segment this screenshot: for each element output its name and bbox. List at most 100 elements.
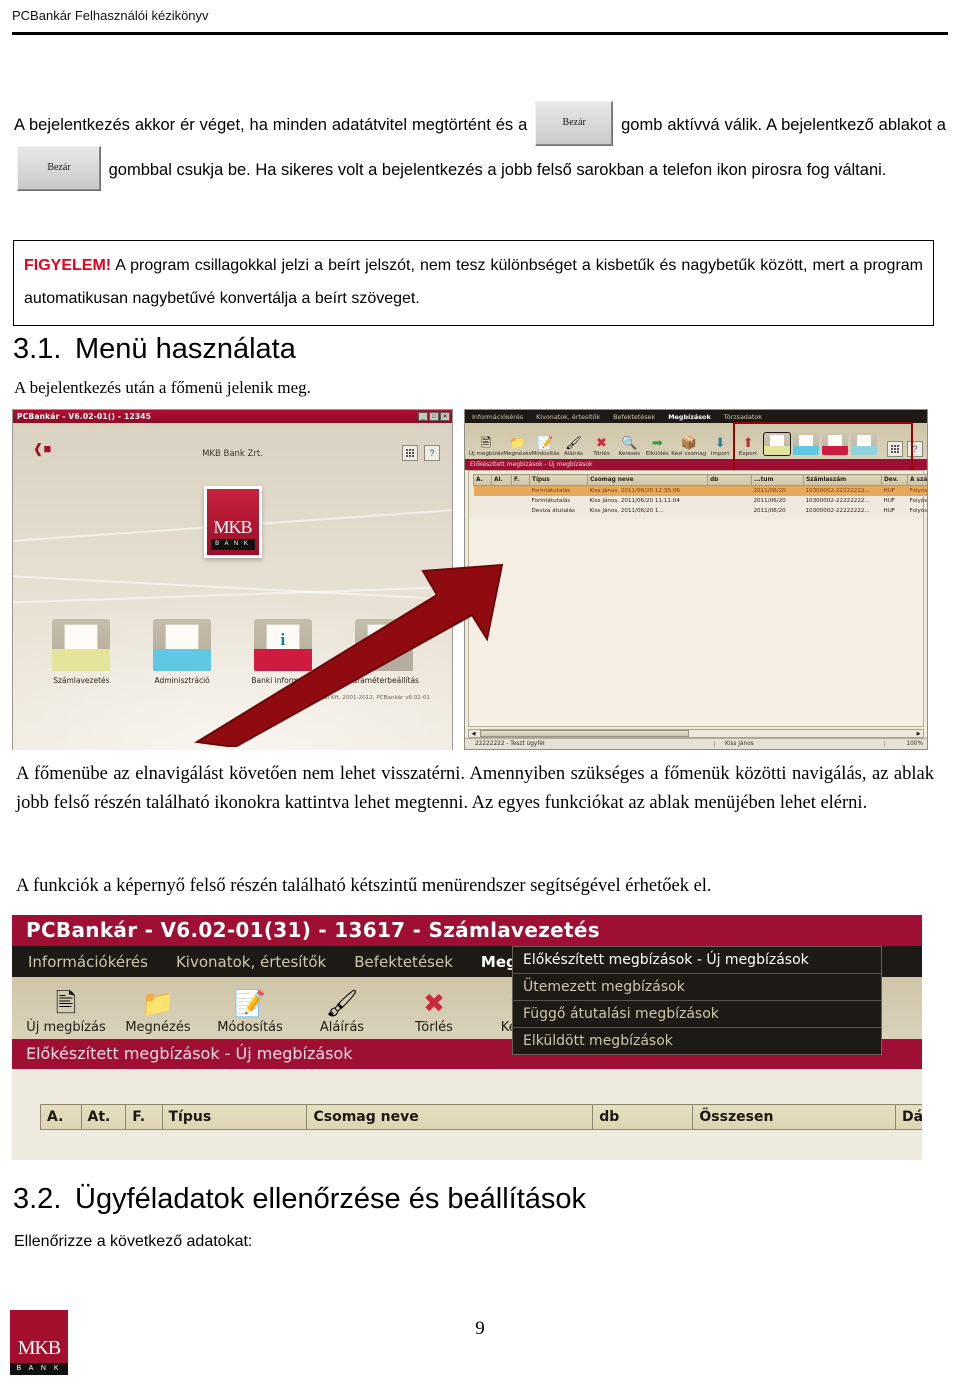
scroll-right-arrow[interactable]: ▶ (914, 731, 923, 737)
toolbar-torles[interactable]: ✖ Törlés (388, 986, 480, 1035)
col-al[interactable]: Al. (491, 474, 512, 486)
menu-item-elokeszitett[interactable]: Előkészített megbízások - Új megbízások (513, 947, 881, 974)
main-window-body: ❰■ MKB Bank Zrt. ? MKB B A N K Számlavez… (13, 423, 452, 750)
bezar-button-2[interactable]: Bezár (17, 146, 101, 191)
cell-dev: HUF (883, 498, 896, 504)
cell-szamlatip: Folyószámla (907, 485, 927, 496)
module-szamlavezetes[interactable]: Számlavezetés (36, 619, 126, 685)
col-a[interactable]: A. (473, 474, 492, 486)
toolbar-elkuldes[interactable]: ➡ Elküldés (643, 434, 671, 457)
col-tipus[interactable]: Típus (529, 474, 588, 486)
col-csomag-neve[interactable]: Csomag neve (587, 474, 708, 486)
col-f[interactable]: F. (511, 474, 530, 486)
col-a[interactable]: A. (40, 1104, 82, 1130)
cell-datum: 2011/06/20 (751, 485, 804, 496)
toolbar-label: Import (710, 451, 730, 457)
detail-grid: A. At. F. Típus Csomag neve db Összesen … (12, 1098, 922, 1160)
main-window-titlebar: PCBankár - V6.02-01() - 12345 _ □ ✕ (13, 410, 452, 423)
edit-icon: 📝 (537, 435, 554, 450)
col-dev[interactable]: Dev. (881, 474, 908, 486)
menu-item-elkuldott[interactable]: Elküldött megbízások (513, 1028, 881, 1054)
cell-szamlaszam: 10300002-22222222... (805, 498, 870, 504)
col-szamlaszam[interactable]: Számlaszám (803, 474, 882, 486)
delete-icon: ✖ (596, 435, 607, 450)
minimize-button[interactable]: _ (418, 412, 428, 421)
col-csomag-neve[interactable]: Csomag neve (306, 1104, 594, 1130)
scroll-left-arrow[interactable]: ◀ (469, 731, 478, 737)
table-row[interactable]: Deviza átutalás Kiss János, 2011/06/20 1… (474, 506, 928, 516)
scrollbar-thumb[interactable] (480, 730, 689, 737)
orders-toolbar: 🖹 Új megbízás 📁 Megnézés 📝 Módosítás 🖌 A… (465, 422, 927, 472)
menu-informaciokeres[interactable]: Információkérés (28, 953, 148, 971)
col-osszesen[interactable]: Összesen (692, 1104, 896, 1130)
toolbar-label: Megnézés (125, 1020, 191, 1035)
cards-tray-icon (153, 619, 212, 671)
grid-icon[interactable] (402, 445, 418, 461)
col-tipus[interactable]: Típus (161, 1104, 308, 1130)
col-datum[interactable]: Dá (894, 1104, 922, 1130)
toolbar-torles[interactable]: ✖ Törlés (588, 434, 616, 457)
intro-paragraph: A bejelentkezés akkor ér véget, ha minde… (14, 101, 946, 193)
mkb-logo-text: MKB (213, 517, 252, 538)
mkb-logo-subtext: B A N K (210, 539, 255, 550)
module-adminisztracio[interactable]: Adminisztráció (137, 619, 227, 685)
toolbar-kezi-csomag[interactable]: 📦 Kézi csomag (671, 434, 706, 457)
menu-item-utemezett[interactable]: Ütemezett megbízások (513, 974, 881, 1001)
window-controls: _ □ ✕ (418, 412, 450, 421)
toolbar-label: Új megbízás (469, 451, 504, 457)
send-icon: ➡ (651, 435, 663, 450)
col-at[interactable]: At. (80, 1104, 127, 1130)
module-label: Paraméterbeállítás (348, 676, 419, 685)
section-32-number: 3.2. (13, 1183, 62, 1215)
menu-megbizasok[interactable]: Megbízások (668, 413, 711, 421)
menu-torzsadatok[interactable]: Törzsadatok (724, 413, 762, 421)
toolbar-import[interactable]: ⬇ Import (706, 434, 734, 457)
help-icon[interactable]: ? (424, 445, 440, 461)
col-f[interactable]: F. (125, 1104, 163, 1130)
toolbar-megnezes[interactable]: 📁 Megnézés (112, 986, 204, 1035)
sign-icon: 🖌 (325, 988, 359, 1018)
close-button[interactable]: ✕ (440, 412, 450, 421)
menu-kivonatok[interactable]: Kivonatok, értesítők (536, 413, 600, 421)
new-order-icon: 🖹 (480, 435, 492, 450)
paragraph-2: A funkciók a képernyő felső részén talál… (16, 876, 712, 896)
bank-name-label: MKB Bank Zrt. (202, 449, 263, 459)
table-row[interactable]: Forintátutalás Kiss János, 2011/06/20 11… (474, 496, 928, 506)
toolbar-megnezes[interactable]: 📁 Megnézés (503, 434, 531, 457)
module-parameterbeallitas[interactable]: ⚙ Paraméterbeállítás (339, 619, 429, 685)
detail-window-title: PCBankár - V6.02-01(31) - 13617 - Számla… (12, 915, 922, 946)
cell-dev: HUF (881, 485, 908, 496)
menu-item-fuggo[interactable]: Függő átutalási megbízások (513, 1001, 881, 1028)
col-db[interactable]: db (592, 1104, 694, 1130)
toolbar-modositas[interactable]: 📝 Módosítás (531, 434, 559, 457)
bezar-button-1[interactable]: Bezár (535, 101, 614, 146)
toolbar-kereses[interactable]: 🔍 Keresés (615, 434, 643, 457)
col-db[interactable]: db (707, 474, 752, 486)
toolbar-alairas[interactable]: 🖌 Aláírás (560, 434, 588, 457)
menu-kivonatok[interactable]: Kivonatok, értesítők (176, 953, 326, 971)
toolbar-uj-megbizas[interactable]: 🖹 Új megbízás (20, 986, 112, 1035)
warning-box: FIGYELEM! A program csillagokkal jelzi a… (13, 240, 934, 326)
table-row[interactable]: Forintátutalás Kiss János, 2011/06/20 12… (473, 485, 927, 496)
maximize-button[interactable]: □ (429, 412, 439, 421)
toolbar-label: Módosítás (531, 451, 560, 457)
intro-text-part1: A bejelentkezés akkor ér véget, ha minde… (14, 115, 528, 134)
menu-befektetesek[interactable]: Befektetések (354, 953, 453, 971)
section-31-lead: A bejelentkezés után a főmenü jelenik me… (14, 378, 311, 397)
header-divider (12, 32, 948, 35)
footer-logo-text: MKB (17, 1337, 62, 1360)
col-datum[interactable]: ...tum (751, 474, 804, 486)
status-client: 22222222 - Teszt ügyfél (465, 741, 715, 747)
toolbar-alairas[interactable]: 🖌 Aláírás (296, 986, 388, 1035)
module-banki-informacio[interactable]: i Banki információ (238, 619, 328, 685)
menu-informaciokeres[interactable]: Információkérés (472, 413, 523, 421)
toolbar-uj-megbizas[interactable]: 🖹 Új megbízás (469, 434, 503, 457)
folder-icon: 📁 (509, 435, 526, 450)
horizontal-scrollbar[interactable]: ◀ ▶ (468, 729, 924, 738)
toolbar-label: Módosítás (217, 1020, 283, 1035)
menu-befektetesek[interactable]: Befektetések (613, 413, 655, 421)
status-zoom: 100% (906, 741, 923, 747)
search-icon: 🔍 (621, 435, 638, 450)
col-a-szamla[interactable]: A számla... (907, 474, 927, 486)
toolbar-modositas[interactable]: 📝 Módosítás (204, 986, 296, 1035)
